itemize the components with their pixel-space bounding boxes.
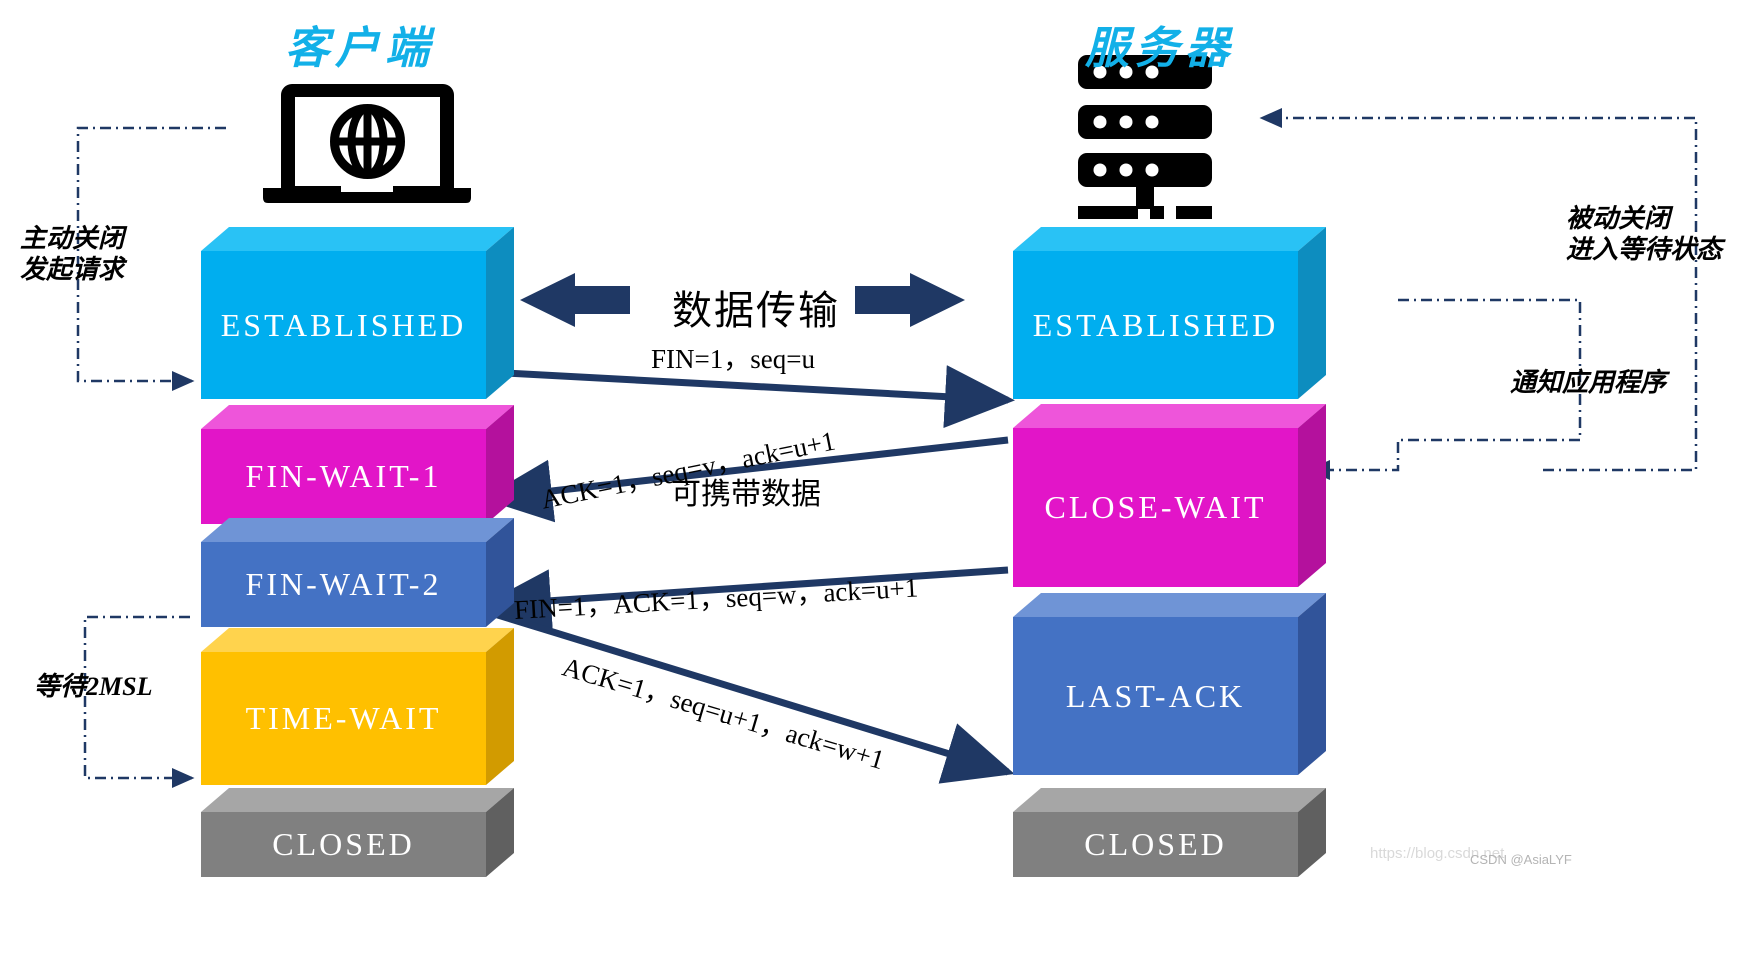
guide-passive-close (1259, 108, 1698, 472)
message-label-fin-2: FIN=1，ACK=1，seq=w，ack=u+1 (513, 572, 919, 625)
state-box-client-fin-wait-1[interactable]: FIN-WAIT-1 (201, 405, 514, 524)
data-transfer-arrow-left (520, 273, 630, 327)
server-rack-icon (1078, 55, 1212, 219)
state-box-client-fin-wait-2[interactable]: FIN-WAIT-2 (201, 518, 514, 627)
diagram-canvas: 客户端 服务器 数据传输 ESTABLISHED FIN-WAIT-1 FIN-… (0, 0, 1749, 971)
annotation-passive-close: 被动关闭 进入等待状态 (1566, 204, 1723, 264)
state-label: CLOSE-WAIT (1044, 489, 1267, 525)
arrow-fin-1 (486, 365, 1015, 429)
endpoint-title-client: 客户端 (285, 24, 435, 73)
state-label: FIN-WAIT-2 (245, 566, 442, 602)
annotation-wait-2msl: 等待2MSL (34, 672, 153, 701)
state-label: ESTABLISHED (1032, 306, 1279, 343)
message-label-fin-1: FIN=1，seq=u (651, 344, 815, 374)
endpoint-title-server: 服务器 (1085, 24, 1235, 73)
state-label: FIN-WAIT-1 (245, 458, 442, 494)
state-label: CLOSED (272, 826, 415, 862)
state-box-client-established[interactable]: ESTABLISHED (201, 227, 514, 399)
message-label-ack-2: ACK=1，seq=u+1，ack=w+1 (559, 651, 888, 776)
state-label: LAST-ACK (1065, 677, 1246, 714)
arrow-ack-2 (486, 608, 1015, 784)
data-transfer-arrow-right (855, 273, 965, 327)
state-box-server-established[interactable]: ESTABLISHED (1013, 227, 1326, 399)
annotation-active-close: 主动关闭 发起请求 (20, 224, 125, 284)
state-box-server-close-wait[interactable]: CLOSE-WAIT (1013, 404, 1326, 587)
state-label: CLOSED (1084, 826, 1227, 862)
state-label: ESTABLISHED (220, 306, 467, 343)
message-sublabel-ack-1: 可携带数据 (671, 478, 821, 511)
data-transfer-label: 数据传输 (672, 288, 840, 333)
watermark-author: CSDN @AsiaLYF (1470, 852, 1572, 867)
state-box-client-time-wait[interactable]: TIME-WAIT (201, 628, 514, 785)
state-box-client-closed[interactable]: CLOSED (201, 788, 514, 877)
laptop-globe-icon (263, 84, 471, 203)
annotation-notify-app: 通知应用程序 (1510, 368, 1667, 397)
state-box-server-closed[interactable]: CLOSED (1013, 788, 1326, 877)
state-label: TIME-WAIT (245, 700, 442, 736)
state-box-server-last-ack[interactable]: LAST-ACK (1013, 593, 1326, 775)
